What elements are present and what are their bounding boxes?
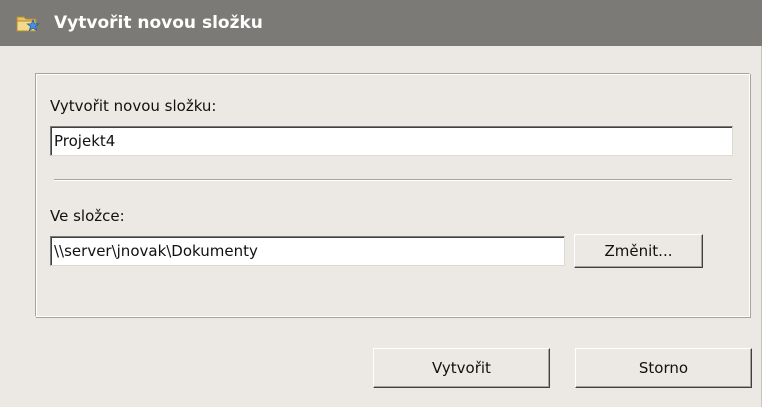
cancel-button[interactable]: Storno [575, 348, 752, 388]
change-location-button[interactable]: Změnit... [574, 234, 703, 268]
new-folder-star-icon [16, 11, 40, 35]
divider [54, 179, 732, 181]
new-folder-name-input[interactable]: Projekt4 [50, 126, 733, 156]
title-bar[interactable]: Vytvořit novou složku [0, 0, 762, 46]
dialog-title: Vytvořit novou složku [54, 13, 263, 33]
new-folder-label: Vytvořit novou složku: [50, 97, 217, 115]
new-folder-dialog: Vytvořit novou složku Vytvořit novou slo… [0, 0, 762, 407]
location-label: Ve složce: [50, 207, 125, 225]
location-path-input[interactable]: \\server\jnovak\Dokumenty [50, 236, 565, 266]
create-button[interactable]: Vytvořit [373, 348, 550, 388]
